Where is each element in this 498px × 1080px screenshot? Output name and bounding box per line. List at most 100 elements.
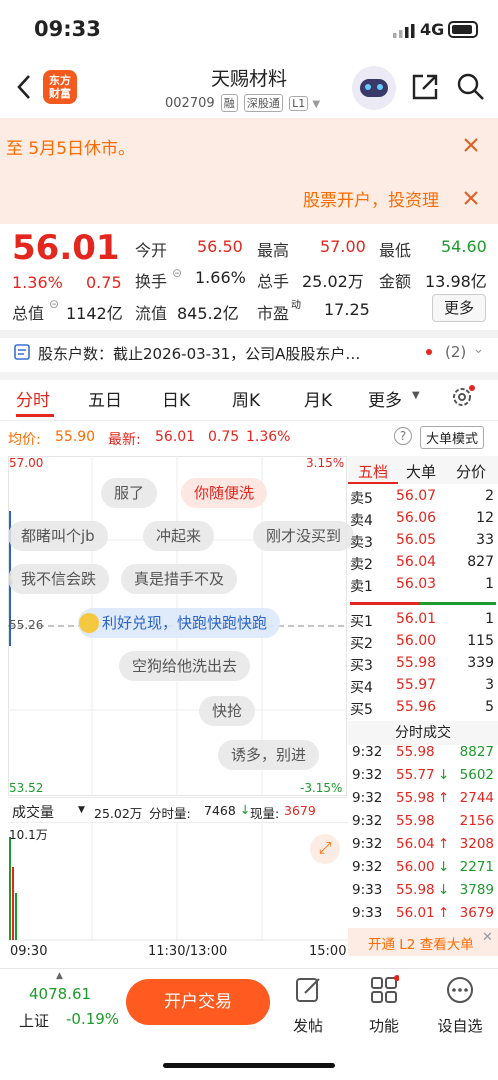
buy-row: 买5 55.96 5 (350, 699, 494, 718)
assistant-avatar[interactable] (352, 66, 396, 110)
volume-dropdown[interactable]: 成交量 (12, 802, 54, 822)
tab-intraday[interactable]: 分时 (16, 386, 50, 411)
mcap-label: 总值 (12, 304, 45, 323)
danmaku-bubble: 诱多，别进 (218, 740, 320, 770)
function-label: 功能 (368, 1017, 399, 1035)
tag-connect: 深股通 (243, 94, 283, 112)
danmaku-bubble: 都睹叫个jb (8, 521, 108, 551)
volume-value: 25.02万 (302, 272, 364, 291)
down-arrow-icon: ↓ (240, 802, 251, 817)
tag-level: L1 (289, 96, 309, 111)
ticks-title[interactable]: 分时成交 (348, 721, 498, 745)
more-button[interactable]: 更多 (432, 294, 486, 322)
stock-code: 002709 (165, 96, 215, 111)
low-label: 最低 (379, 241, 412, 260)
notice-count[interactable]: (2) (445, 343, 466, 361)
index-value[interactable]: 4078.61 (29, 985, 91, 1003)
unread-dot (426, 349, 432, 355)
chart-bottom-price: 53.52 (9, 781, 44, 795)
tick-row: 9:32 56.04 ↑ 3208 (352, 836, 494, 852)
danmaku-bubble: 真是措手不及 (121, 564, 238, 594)
document-icon (14, 344, 30, 360)
amount-label: 金额 (379, 272, 412, 291)
intraday-chart[interactable]: 57.00 3.15% 55.26 53.52 -3.15% 服了 你随便洗 都… (8, 456, 355, 796)
share-icon[interactable] (410, 72, 440, 102)
close-icon[interactable]: ✕ (482, 930, 493, 945)
big-order-mode-button[interactable]: 大单模式 (420, 426, 485, 449)
sell-row: 卖2 56.04 827 (350, 554, 494, 573)
tab-daily[interactable]: 日K (162, 386, 190, 411)
x-axis-mid: 11:30/13:00 (148, 944, 228, 959)
pe-value: 17.25 (324, 300, 370, 319)
fullscreen-icon[interactable]: ⤢ (310, 834, 340, 864)
post-label: 发帖 (292, 1017, 323, 1035)
ad-text[interactable]: 股票开户，投资理 (303, 186, 449, 211)
volume-chart: 10.1万 ⤢ (8, 823, 348, 941)
post-button[interactable]: 发帖 (278, 975, 338, 1036)
holiday-notice: 至 5月5日休市。 (6, 139, 136, 159)
more-dots-icon (447, 977, 473, 1003)
mcap-info-icon[interactable]: ⊝ (49, 297, 59, 311)
tab-indicator (16, 414, 54, 417)
danmaku-bubble: 我不信会跌 (8, 564, 110, 594)
last-pct: 1.36% (246, 429, 291, 445)
tab-five-day[interactable]: 五日 (88, 386, 122, 411)
tab-more[interactable]: 更多 (368, 386, 402, 411)
tab-monthly[interactable]: 月K (304, 386, 332, 411)
chevron-down-icon: ▼ (312, 99, 321, 110)
float-value: 845.2亿 (177, 304, 239, 323)
add-watchlist-button[interactable]: 设自选 (430, 975, 490, 1036)
open-label: 今开 (135, 241, 168, 260)
buy-row: 买3 55.98 339 (350, 655, 494, 674)
open-account-trade-button[interactable]: 开户交易 (126, 979, 270, 1025)
tick-row: 9:32 55.98 8827 (352, 744, 494, 760)
tab-price-dist[interactable]: 分价 (456, 461, 486, 482)
open-value: 56.50 (197, 237, 243, 256)
ad-close-icon[interactable] (463, 190, 479, 206)
amount-value: 13.98亿 (425, 272, 487, 291)
current-volume-value: 3679 (284, 803, 316, 818)
last-label: 最新: (108, 432, 141, 448)
chevron-down-icon[interactable]: ▼ (78, 805, 85, 815)
avg-value: 55.90 (55, 429, 96, 445)
danmaku-bubble: 快抢 (199, 696, 256, 726)
tick-row: 9:32 55.98 ↑ 2744 (352, 790, 494, 806)
divider (0, 330, 498, 338)
change-percent: 1.36% (12, 273, 63, 292)
sell-row: 卖4 56.06 12 (350, 510, 494, 529)
turnover-value: 1.66% (195, 268, 246, 287)
high-label: 最高 (257, 241, 290, 260)
grid-icon (371, 975, 400, 1003)
volume-total: 25.02万 (94, 806, 143, 821)
sell-strength-bar (420, 602, 496, 605)
mcap-value: 1142亿 (66, 304, 123, 323)
danmaku-bubble: 空狗给他洗出去 (119, 651, 251, 681)
search-icon[interactable] (456, 72, 486, 102)
buy-row: 买1 56.01 1 (350, 611, 494, 630)
chevron-down-icon[interactable]: ⌄ (473, 342, 484, 357)
index-name: 上证 (19, 1012, 50, 1030)
stock-code-row[interactable]: 002709 融 深股通 L1 ▼ (165, 94, 320, 112)
help-icon[interactable]: ? (394, 427, 412, 445)
x-axis-end: 15:00 (309, 944, 347, 959)
chevron-up-icon: ▲ (56, 971, 63, 981)
function-button[interactable]: 功能 (354, 975, 414, 1036)
close-icon[interactable] (463, 137, 479, 153)
tab-weekly[interactable]: 周K (232, 386, 260, 411)
pe-sup: 动 (291, 300, 301, 311)
settings-icon[interactable] (450, 384, 476, 410)
info-icon[interactable]: ⊝ (172, 266, 182, 280)
l2-promo[interactable]: 开通 L2 查看大单 ✕ (348, 928, 498, 956)
shareholder-notice[interactable]: 股东户数：截止2026-03-31，公司A股股东户… (38, 343, 414, 364)
volume-label: 总手 (257, 272, 290, 291)
tab-big-order[interactable]: 大单 (406, 461, 436, 482)
minute-volume-value: 7468 (204, 803, 236, 818)
chart-top-price: 57.00 (9, 456, 44, 470)
edit-icon (296, 978, 320, 1002)
high-value: 57.00 (320, 237, 366, 256)
tab-five-level[interactable]: 五档 (358, 461, 388, 482)
sell-row: 卖5 56.07 2 (350, 488, 494, 507)
tag-margin: 融 (220, 94, 238, 112)
notice-banner: 至 5月5日休市。 股票开户，投资理 (0, 118, 498, 224)
danmaku-bubble: 利好兑现，快跑快跑快跑 (78, 608, 281, 638)
